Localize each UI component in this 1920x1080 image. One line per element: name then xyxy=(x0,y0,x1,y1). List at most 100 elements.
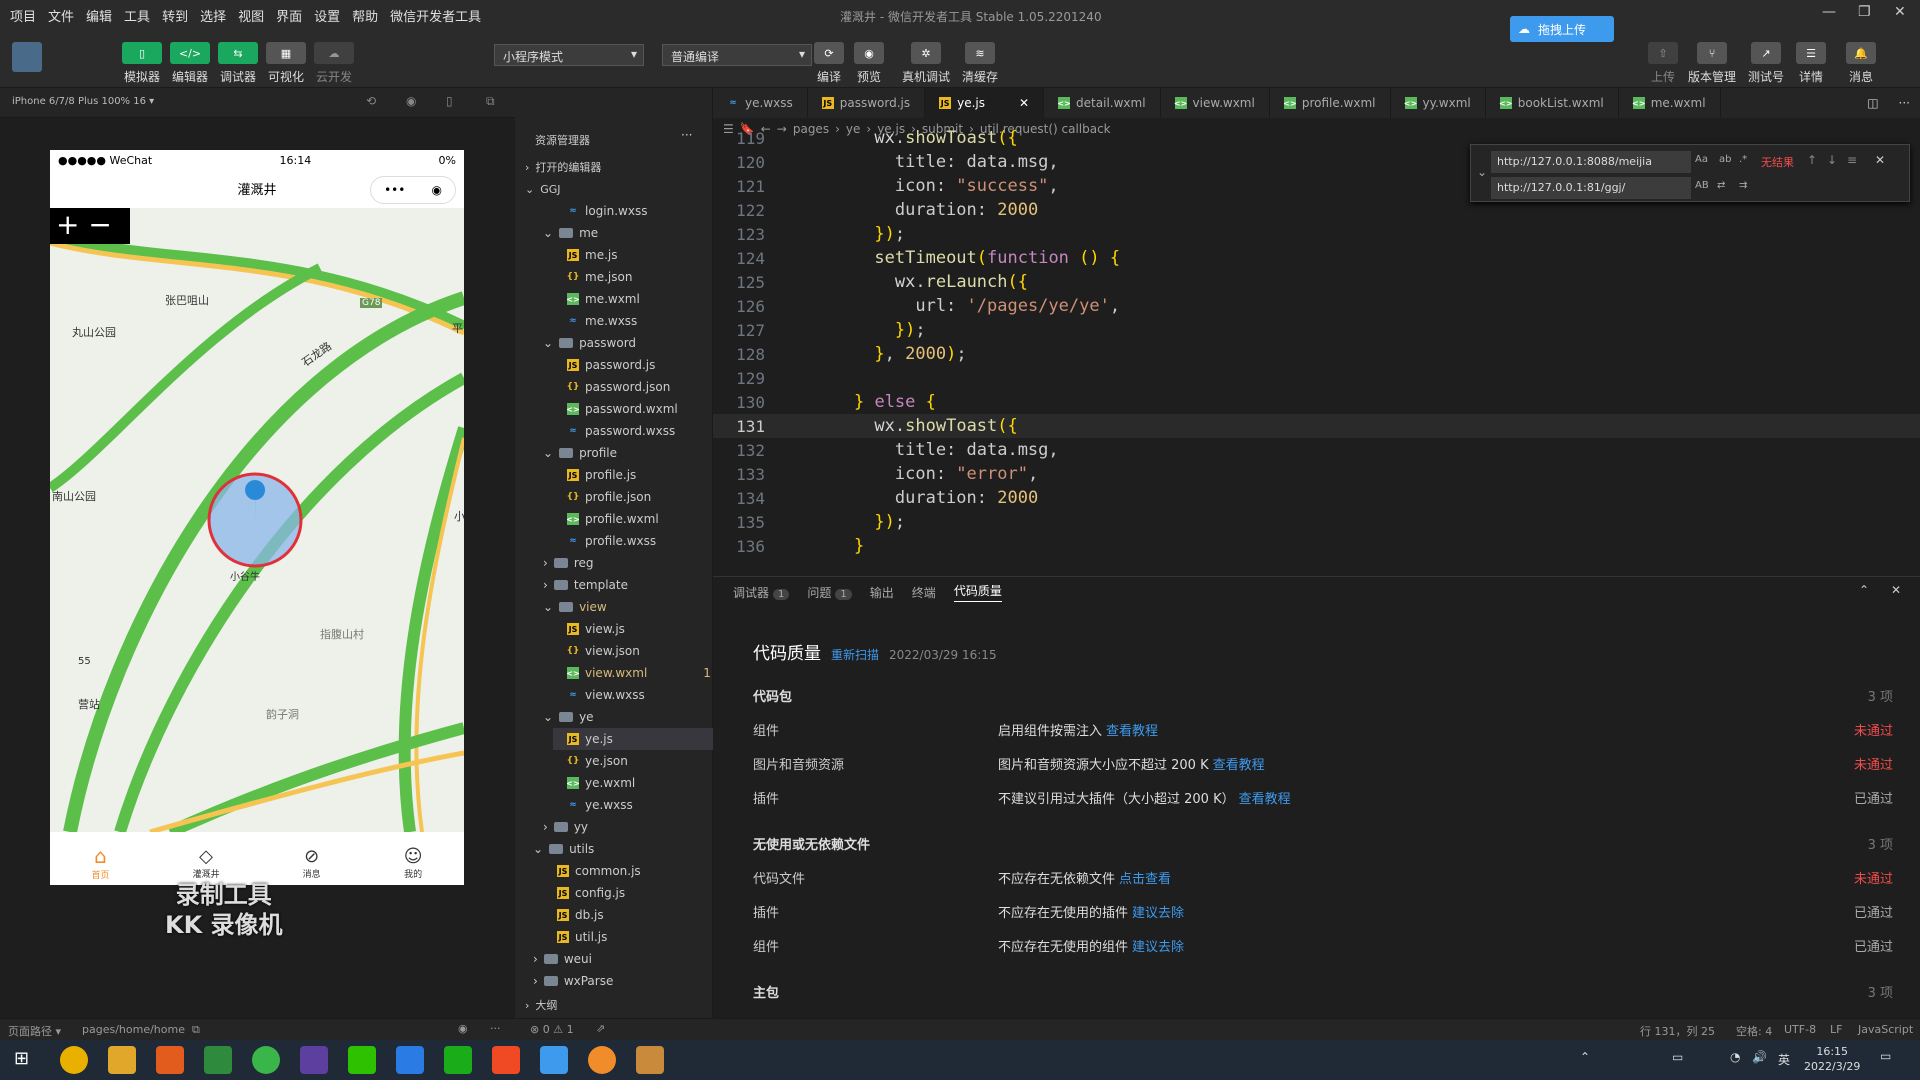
file-item[interactable]: JS view.js xyxy=(553,618,625,640)
file-item[interactable]: ≈ profile.wxss xyxy=(553,530,656,552)
code-line[interactable]: 134 duration: 2000 xyxy=(713,486,1920,510)
code-line[interactable]: 127 }); xyxy=(713,318,1920,342)
ime-indicator[interactable]: 英 xyxy=(1778,1051,1790,1068)
folder-item[interactable]: ⌄ view xyxy=(543,596,607,618)
whole-word-icon[interactable]: ab xyxy=(1719,154,1731,165)
file-item[interactable]: <> ye.wxml xyxy=(553,772,635,794)
code-line[interactable]: 124 setTimeout(function () { xyxy=(713,246,1920,270)
code-line[interactable]: 130 } else { xyxy=(713,390,1920,414)
map[interactable]: + − 张巴咀山 丸山公园 石龙路 G78 南山公园 小谷牛 指腹山村 韵子洞 … xyxy=(50,208,464,832)
find-input[interactable]: http://127.0.0.1:8088/meijia xyxy=(1491,151,1691,173)
file-tab[interactable]: <> detail.wxml xyxy=(1044,88,1161,118)
wechat-devtools-icon[interactable] xyxy=(444,1046,472,1074)
capsule-menu[interactable]: ••• ◉ xyxy=(370,176,456,204)
game-app-icon[interactable] xyxy=(636,1046,664,1074)
folder-item[interactable]: ⌄ me xyxy=(543,222,598,244)
line-ending[interactable]: LF xyxy=(1830,1023,1842,1036)
file-item[interactable]: ≈ login.wxss xyxy=(553,200,647,222)
slides-icon[interactable] xyxy=(492,1046,520,1074)
problems-count[interactable]: ⊗ 0 ⚠ 1 xyxy=(530,1023,574,1036)
root-folder[interactable]: ⌄ GGJ xyxy=(525,178,561,200)
close-icon[interactable]: ✕ xyxy=(1894,4,1906,20)
file-item[interactable]: ≈ password.wxss xyxy=(553,420,675,442)
code-line[interactable]: 132 title: data.msg, xyxy=(713,438,1920,462)
network-icon[interactable]: ▭ xyxy=(1672,1050,1683,1064)
folder-item[interactable]: › weui xyxy=(533,948,592,970)
page-path-select[interactable]: 页面路径 ▾ xyxy=(8,1023,61,1039)
tab-terminal[interactable]: 终端 xyxy=(912,584,936,601)
maximize-icon[interactable]: ❐ xyxy=(1858,4,1871,20)
folder-item[interactable]: ⌄ password xyxy=(543,332,636,354)
file-item[interactable]: JS config.js xyxy=(543,882,625,904)
menu-item-goto[interactable]: 转到 xyxy=(162,6,188,25)
notification-icon[interactable]: ▭ xyxy=(1880,1049,1891,1063)
menu-item-help[interactable]: 帮助 xyxy=(352,6,378,25)
eye-icon[interactable]: ◉ xyxy=(458,1022,468,1035)
language-mode[interactable]: JavaScript xyxy=(1858,1023,1913,1036)
leaf-app-icon[interactable] xyxy=(252,1046,280,1074)
tab-problems[interactable]: 问题 1 xyxy=(807,584,852,601)
menu-item-file[interactable]: 文件 xyxy=(48,6,74,25)
folder-item[interactable]: ⌄ profile xyxy=(543,442,617,464)
file-item[interactable]: {} me.json xyxy=(553,266,633,288)
close-icon[interactable]: ✕ xyxy=(1891,583,1901,597)
popout-icon[interactable]: ⧉ xyxy=(486,94,495,109)
rule-link[interactable]: 查看教程 xyxy=(1213,758,1265,773)
simulator-button[interactable]: ▯ 模拟器 xyxy=(122,42,162,85)
cloud-app-icon[interactable] xyxy=(540,1046,568,1074)
tab-well[interactable]: ◇ 灌溉井 xyxy=(193,846,220,880)
file-item[interactable]: {} profile.json xyxy=(553,486,652,508)
chevron-down-icon[interactable]: ⌄ xyxy=(1477,165,1487,179)
code-line[interactable]: 123 }); xyxy=(713,222,1920,246)
tab-output[interactable]: 输出 xyxy=(870,584,894,601)
code-line[interactable]: 131 wx.showToast({ xyxy=(713,414,1920,438)
tab-debugger[interactable]: 调试器 1 xyxy=(733,584,790,601)
record-icon[interactable]: ◉ xyxy=(406,94,416,108)
file-item[interactable]: ≈ me.wxss xyxy=(553,310,637,332)
avatar[interactable] xyxy=(12,42,42,72)
preserve-case-icon[interactable]: AB xyxy=(1695,180,1709,191)
rescan-link[interactable]: 重新扫描 xyxy=(831,646,879,663)
replace-all-icon[interactable]: ⇉ xyxy=(1739,180,1747,191)
file-tab[interactable]: <> me.wxml xyxy=(1619,88,1721,118)
more-icon[interactable]: ··· xyxy=(490,1022,501,1035)
menu-item-settings[interactable]: 设置 xyxy=(314,6,340,25)
tab-message[interactable]: ⊘ 消息 xyxy=(303,846,321,880)
chevron-up-icon[interactable]: ⌃ xyxy=(1859,583,1869,597)
minimize-icon[interactable]: — xyxy=(1822,4,1836,20)
vs-icon[interactable] xyxy=(300,1046,328,1074)
file-tab[interactable]: <> yy.wxml xyxy=(1391,88,1486,118)
file-tab[interactable]: JS ye.js ✕ xyxy=(925,88,1045,118)
code-line[interactable]: 128 }, 2000); xyxy=(713,342,1920,366)
arrow-up-icon[interactable]: ↑ xyxy=(1807,153,1817,167)
folder-item[interactable]: › reg xyxy=(543,552,593,574)
open-editors[interactable]: › 打开的编辑器 xyxy=(525,156,601,178)
menu-item-wechat-devtools[interactable]: 微信开发者工具 xyxy=(390,6,481,25)
tab-home[interactable]: ⌂ 首页 xyxy=(92,844,110,881)
clear-cache-button[interactable]: ≋ 清缓存 xyxy=(962,42,998,85)
file-item[interactable]: JS common.js xyxy=(543,860,641,882)
editor-button[interactable]: </> 编辑器 xyxy=(170,42,210,85)
windows-icon[interactable]: ⊞ xyxy=(14,1048,29,1069)
cloud-button[interactable]: ☁ 云开发 xyxy=(314,42,354,85)
folder-icon[interactable] xyxy=(108,1046,136,1074)
compile-button[interactable]: ⟳ 编译 xyxy=(814,42,844,85)
replace-icon[interactable]: ⇄ xyxy=(1717,180,1725,191)
encoding[interactable]: UTF-8 xyxy=(1784,1023,1816,1036)
target-icon[interactable]: ◉ xyxy=(431,183,441,197)
file-item[interactable]: {} ye.json xyxy=(553,750,628,772)
file-item[interactable]: ≈ view.wxss xyxy=(553,684,645,706)
code-line[interactable]: 129 xyxy=(713,366,1920,390)
tab-mine[interactable]: ☺ 我的 xyxy=(404,846,423,880)
mode-select[interactable]: 小程序模式 xyxy=(494,44,644,66)
test-button[interactable]: ↗ 测试号 xyxy=(1748,42,1784,85)
message-button[interactable]: 🔔 消息 xyxy=(1846,42,1876,85)
file-item[interactable]: <> view.wxml 1 xyxy=(553,662,711,684)
quality-section-header[interactable]: 主包 3 项 xyxy=(753,977,1893,1005)
search-app-icon[interactable] xyxy=(156,1046,184,1074)
compile-mode-select[interactable]: 普通编译 xyxy=(662,44,812,66)
file-item[interactable]: ≈ ye.wxss xyxy=(553,794,633,816)
file-tab[interactable]: ≈ ye.wxss xyxy=(713,88,808,118)
file-item[interactable]: JS profile.js xyxy=(553,464,636,486)
rule-link[interactable]: 建议去除 xyxy=(1132,906,1184,921)
